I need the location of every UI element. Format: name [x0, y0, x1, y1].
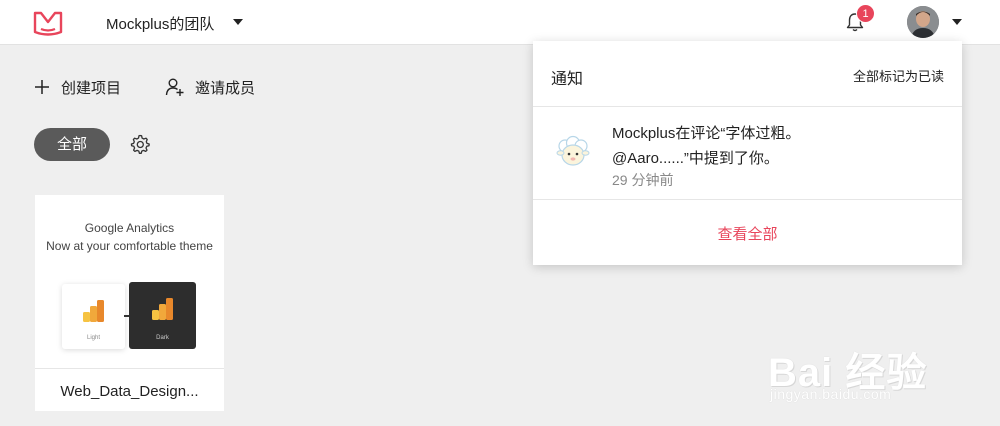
view-all-link[interactable]: 查看全部 — [533, 223, 962, 244]
add-user-icon — [165, 78, 184, 96]
divider — [533, 106, 962, 107]
project-card[interactable]: Google Analytics Now at your comfortable… — [35, 195, 224, 411]
panel-title: 通知 — [551, 71, 584, 88]
thumbnail-subtitle: Now at your comfortable theme — [46, 239, 213, 253]
notification-badge: 1 — [856, 4, 875, 23]
watermark-url: jingyan.baidu.com — [770, 386, 892, 402]
create-project-button[interactable]: 创建项目 — [33, 76, 121, 98]
caret-down-icon[interactable] — [233, 19, 243, 25]
light-label: Light — [86, 335, 100, 341]
project-thumbnail[interactable]: Google Analytics Now at your comfortable… — [35, 195, 224, 369]
invite-member-button[interactable]: 邀请成员 — [165, 76, 255, 98]
dark-theme-tile: Dark — [129, 282, 196, 349]
invite-member-label: 邀请成员 — [195, 79, 256, 97]
divider — [533, 199, 962, 200]
avatar[interactable] — [907, 6, 939, 38]
top-bar: Mockplus的团队 1 — [0, 0, 1000, 45]
project-name[interactable]: Web_Data_Design... — [35, 383, 224, 400]
sheep-avatar-icon — [556, 135, 590, 166]
thumbnail-title: Google Analytics — [84, 221, 175, 235]
caret-down-icon[interactable] — [952, 19, 962, 25]
filter-all-button[interactable]: 全部 — [34, 128, 110, 161]
notification-time: 29 分钟前 — [612, 172, 674, 188]
mark-all-read-link[interactable]: 全部标记为已读 — [853, 66, 944, 85]
logo-icon[interactable] — [33, 10, 63, 36]
light-theme-tile: Light — [62, 284, 125, 349]
create-project-label: 创建项目 — [61, 79, 122, 97]
notification-panel: 通知 全部标记为已读 Mockplus在评论“字体过粗。 @Aaro......… — [533, 41, 962, 265]
chart-icon — [151, 298, 173, 320]
notification-text[interactable]: @Aaro......”中提到了你。 — [612, 147, 779, 168]
chart-icon — [82, 300, 104, 322]
gear-icon[interactable] — [130, 134, 150, 154]
dark-label: Dark — [156, 335, 169, 341]
plus-icon — [35, 80, 49, 94]
team-name-dropdown[interactable]: Mockplus的团队 — [106, 13, 214, 34]
notification-text[interactable]: Mockplus在评论“字体过粗。 — [612, 122, 800, 143]
